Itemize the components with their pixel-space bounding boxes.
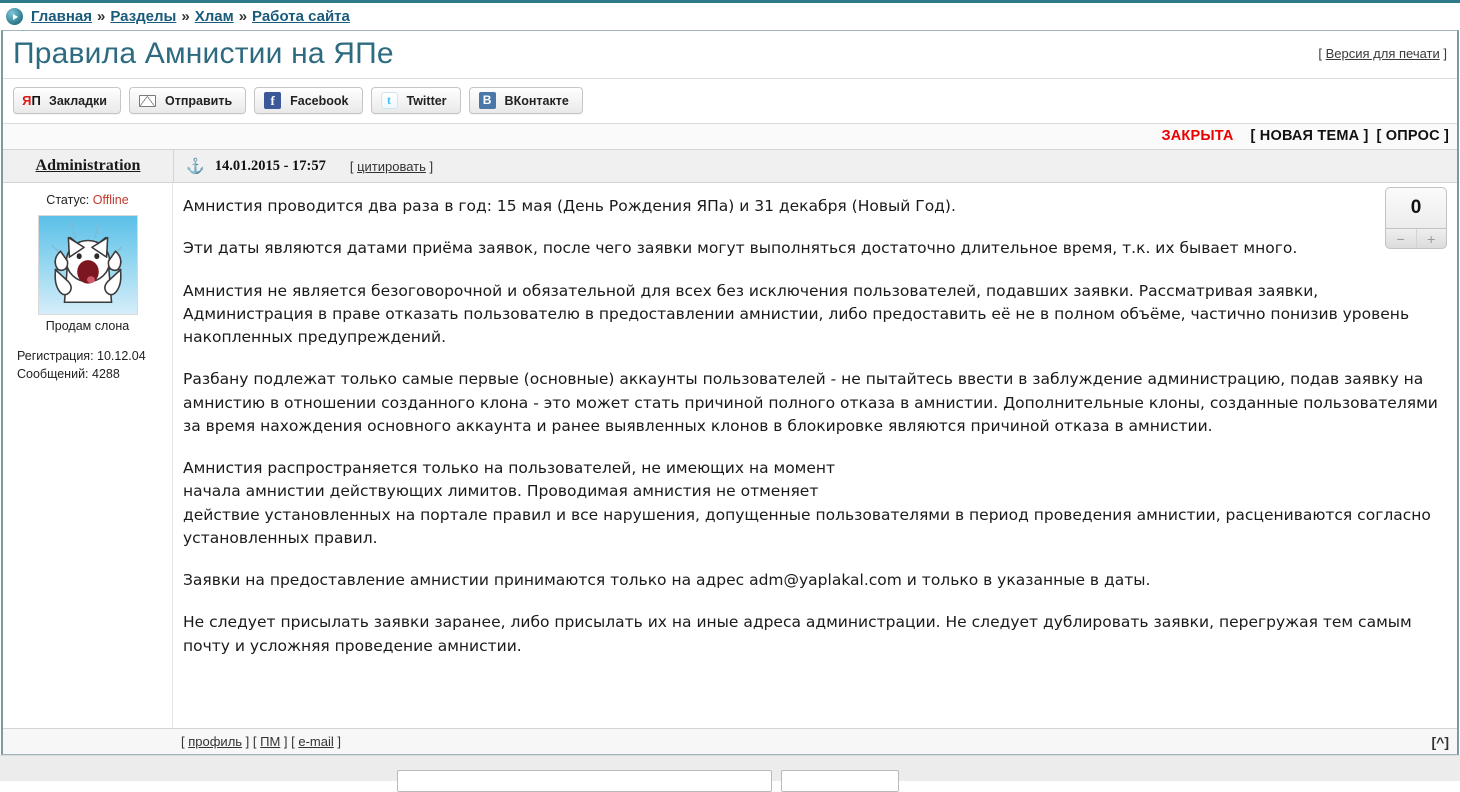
twitter-icon: t — [380, 92, 398, 109]
share-label-facebook: Facebook — [290, 93, 349, 108]
cat-avatar — [37, 215, 138, 315]
post-body: Статус: Offline Продам слона Регистрация… — [3, 183, 1457, 728]
anchor-icon[interactable]: ⚓ — [186, 159, 205, 174]
post-text: Амнистия проводится два раза в год: 15 м… — [183, 195, 1443, 658]
author-status: Статус: Offline — [9, 193, 166, 207]
post-content-column: 0 − + Амнистия проводится два раза в год… — [173, 183, 1457, 728]
rating-minus-button[interactable]: − — [1386, 229, 1417, 248]
bottom-form-strip — [0, 755, 1460, 792]
share-label-vkontakte: ВКонтакте — [504, 93, 569, 108]
status-value: Offline — [92, 193, 129, 207]
post-footer: [ профиль ] [ ПМ ] [ e-mail ] [^] — [3, 728, 1457, 754]
post-author-link[interactable]: Administration — [3, 157, 173, 175]
registration-date: Регистрация: 10.12.04 — [17, 349, 146, 363]
page-title: Правила Амнистии на ЯПе — [13, 37, 394, 70]
vkontakte-icon: B — [478, 92, 496, 109]
facebook-icon: f — [264, 92, 282, 109]
breadcrumb-separator: » — [238, 8, 248, 25]
post-rating-widget[interactable]: 0 − + — [1385, 187, 1447, 249]
post-paragraph-6: Не следует присылать заявки заранее, либ… — [183, 613, 1412, 655]
share-button-bookmarks[interactable]: ЯП Закладки — [13, 87, 121, 114]
quick-reply-input[interactable] — [397, 770, 772, 792]
new-topic-button[interactable]: [ НОВАЯ ТЕМА ] — [1251, 128, 1369, 144]
share-label-send: Отправить — [164, 93, 233, 108]
print-version-label[interactable]: Версия для печати — [1326, 46, 1440, 61]
breadcrumb-item-2[interactable]: Хлам — [195, 8, 234, 25]
share-button-facebook[interactable]: f Facebook — [254, 87, 363, 114]
quote-link[interactable]: [ цитировать ] — [350, 159, 433, 174]
title-row: Правила Амнистии на ЯПе [ Версия для печ… — [3, 31, 1457, 79]
post-author-column: Статус: Offline Продам слона Регистрация… — [3, 183, 173, 728]
post-paragraph-0: Амнистия проводится два раза в год: 15 м… — [183, 197, 956, 215]
share-button-send[interactable]: Отправить — [128, 87, 247, 114]
email-link[interactable]: e-mail — [298, 734, 333, 749]
breadcrumb-item-1[interactable]: Разделы — [110, 8, 176, 25]
post-paragraph-4: Амнистия распространяется только на поль… — [183, 459, 1431, 547]
page-frame: Правила Амнистии на ЯПе [ Версия для печ… — [1, 30, 1459, 755]
status-badge-closed: ЗАКРЫТА — [1161, 128, 1234, 144]
status-label: Статус: — [46, 193, 90, 207]
print-version-link[interactable]: [ Версия для печати ] — [1318, 46, 1447, 61]
post-paragraph-5: Заявки на предоставление амнистии приним… — [183, 571, 1151, 589]
breadcrumb-item-3[interactable]: Работа сайта — [252, 8, 350, 25]
post-paragraph-2: Амнистия не является безоговорочной и об… — [183, 281, 1410, 347]
post-paragraph-1: Эти даты являются датами приёма заявок, … — [183, 239, 1298, 258]
breadcrumb-separator: » — [97, 8, 106, 25]
share-button-vkontakte[interactable]: B ВКонтакте — [468, 87, 583, 114]
bracket-open: [ — [1318, 46, 1322, 61]
envelope-icon — [138, 92, 156, 109]
share-label-twitter: Twitter — [406, 93, 447, 108]
poll-button[interactable]: [ ОПРОС ] — [1377, 128, 1449, 144]
post-meta: ⚓ 14.01.2015 - 17:57 [ цитировать ] — [173, 150, 1457, 182]
breadcrumb-item-0[interactable]: Главная — [31, 8, 92, 25]
rating-plus-button[interactable]: + — [1417, 229, 1447, 248]
bracket-close: ] — [1443, 46, 1447, 61]
share-button-twitter[interactable]: t Twitter — [370, 87, 461, 114]
quote-label[interactable]: цитировать — [357, 159, 426, 174]
share-label-bookmarks: Закладки — [49, 93, 107, 108]
post-footer-links: [ профиль ] [ ПМ ] [ e-mail ] — [181, 734, 342, 749]
messages-count: Сообщений: 4288 — [17, 367, 120, 382]
profile-link[interactable]: профиль — [188, 734, 242, 749]
quick-reply-button[interactable] — [781, 770, 899, 792]
post-paragraph-3: Разбану подлежат только самые первые (ос… — [183, 370, 1438, 435]
pm-link[interactable]: ПМ — [260, 734, 280, 749]
avatar-caption: Продам слона — [45, 319, 130, 333]
topic-actions-bar: ЗАКРЫТА [ НОВАЯ ТЕМА ] [ ОПРОС ] — [3, 124, 1457, 150]
rating-value: 0 — [1385, 187, 1447, 229]
breadcrumb-separator: » — [181, 8, 190, 25]
post-date: 14.01.2015 - 17:57 — [214, 157, 326, 174]
social-share-bar: ЯП Закладки Отправить f Facebook t Twitt… — [3, 79, 1457, 124]
play-circle-icon — [6, 8, 23, 25]
rating-controls: − + — [1385, 229, 1447, 249]
breadcrumb-bar: Главная » Разделы » Хлам » Работа сайта — [0, 0, 1460, 30]
back-to-top-link[interactable]: [^] — [1432, 734, 1450, 750]
author-stats: Регистрация: 10.12.04 Сообщений: 4288 — [9, 347, 166, 383]
yap-icon: ЯП — [22, 93, 41, 108]
post-header: Administration ⚓ 14.01.2015 - 17:57 [ ци… — [3, 150, 1457, 183]
